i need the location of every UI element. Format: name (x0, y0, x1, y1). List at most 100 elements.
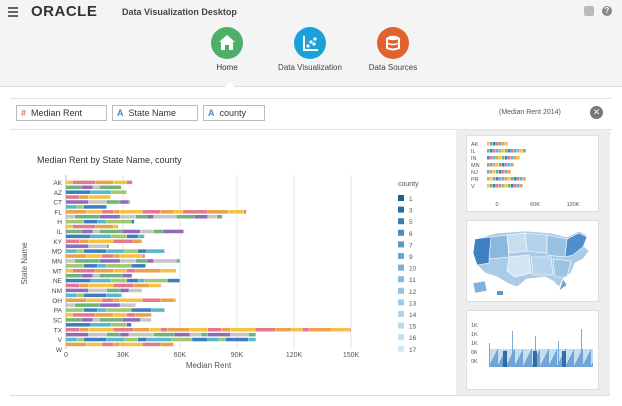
bar-segment (99, 185, 122, 190)
filter-label: Median Rent (31, 108, 83, 118)
mini-bar-segment (520, 177, 523, 181)
legend-title: county (398, 181, 419, 188)
bar-segment (119, 254, 143, 258)
bar-segment (102, 254, 114, 258)
clear-filters-close-icon[interactable]: ✕ (590, 106, 603, 119)
thumbnail-line-chart[interactable]: 1K 1K 1K 0K 0K (466, 310, 599, 390)
mini-bar-segment (508, 149, 511, 153)
bar-segment (135, 214, 147, 219)
bar-segment (66, 337, 77, 342)
bar-segment (244, 210, 247, 214)
mini-line-spike (500, 360, 501, 367)
main-chart-pane[interactable]: Median Rent by State Name, county 0 30K 60… (10, 135, 450, 393)
bar-segment (230, 332, 249, 337)
bar-segment (81, 273, 93, 278)
home-small-icon[interactable] (584, 6, 594, 16)
thumbnail-map[interactable] (466, 220, 599, 302)
legend-swatch (398, 276, 404, 283)
bar-segment (126, 180, 133, 185)
bar-segment (302, 327, 309, 332)
bar-segment (88, 200, 107, 204)
mini-bar-segment (487, 149, 490, 153)
mini-bar-segment (490, 156, 493, 160)
mini-line-spike (581, 329, 582, 367)
filter-state-name[interactable]: A State Name (112, 105, 198, 121)
side-panel: AK IL IN MN NJ PR V 0 60K 120K 1K 1K 1K 0K 0K (456, 130, 610, 395)
mini-line-spike (494, 355, 495, 367)
mini-y-label: PR (471, 177, 479, 183)
mini-line-spike (551, 360, 552, 367)
bar-segment (92, 229, 100, 234)
bar-segment (84, 308, 98, 312)
bar-segment (106, 205, 107, 209)
thumbnail-bar-chart[interactable]: AK IL IN MN NJ PR V 0 60K 120K (466, 135, 599, 212)
bar-segment (111, 190, 127, 194)
y-tick-label: IL (57, 229, 63, 236)
bar-segment (97, 308, 107, 312)
bar-segment (97, 264, 107, 268)
nav-data-visualization-button[interactable]: Data Visualization (270, 27, 350, 72)
mini-line-spike (561, 357, 562, 367)
legend-label: 10 (409, 266, 417, 273)
mini-bar-segment (496, 163, 499, 167)
bar-segment (207, 210, 228, 214)
mini-bar-segment (499, 156, 502, 160)
mini-bar-segment (505, 156, 508, 160)
filter-bar: # Median Rent A State Name A county (Med… (10, 98, 612, 130)
bar-segment (83, 337, 107, 342)
bar-segment (140, 318, 152, 322)
bar-segment (255, 327, 276, 332)
bar-segment (138, 249, 147, 253)
mini-bar-segment (499, 184, 502, 188)
legend-swatch (398, 264, 404, 271)
mini-line-spike (491, 361, 492, 367)
nav-data-sources-button[interactable]: Data Sources (353, 27, 433, 72)
bar-segment (113, 180, 127, 185)
bar-segment (133, 239, 142, 244)
hamburger-menu-icon[interactable] (8, 7, 18, 19)
bar-segment (88, 239, 114, 244)
mini-bar-segment (511, 163, 514, 167)
mini-bar-segment (496, 184, 499, 188)
bar-segment (162, 229, 184, 234)
bar-segment (122, 318, 140, 322)
bar-segment (81, 318, 93, 322)
mini-bar-segment (493, 156, 496, 160)
bar-segment (230, 327, 255, 332)
mini-bar-segment (523, 177, 526, 181)
bar-segment (160, 283, 162, 288)
legend-swatch (398, 299, 404, 306)
mini-y-label: 1K (471, 332, 478, 338)
mini-bar-segment (511, 184, 514, 188)
mini-line-spike (528, 355, 529, 367)
mini-bar-segment (490, 163, 493, 167)
bar-segment (66, 332, 89, 337)
filter-county[interactable]: A county (203, 105, 265, 121)
nav-home-button[interactable]: Home (187, 27, 267, 88)
mini-bar-segment (508, 170, 511, 174)
help-icon[interactable]: ? (602, 6, 612, 16)
bar-segment (77, 293, 84, 298)
mini-bar-segment (502, 184, 505, 188)
bar-segment (95, 313, 114, 317)
bar-segment (66, 190, 91, 194)
bar-chart[interactable]: 0 30K 60K 90K 120K 150K Median Rent State Name A… (10, 135, 450, 393)
bar-segment (153, 259, 177, 263)
home-icon (211, 27, 243, 59)
mini-line-spike (501, 358, 502, 367)
bar-segment (92, 185, 100, 190)
bar-segment (106, 337, 125, 342)
bar-segment (66, 298, 87, 302)
filter-median-rent[interactable]: # Median Rent (16, 105, 107, 121)
y-tick-label: TX (54, 327, 63, 334)
nav-data-visualization-label: Data Visualization (278, 63, 342, 72)
mini-bar-segment (499, 149, 502, 153)
bar-segment (106, 249, 125, 253)
bar-segment (176, 259, 180, 263)
legend-label: 13 (409, 300, 417, 307)
bar-segment (66, 303, 75, 307)
mini-line-spike (493, 357, 494, 367)
mini-bar-segment (487, 184, 490, 188)
bar-segment (174, 210, 183, 214)
bar-segment (95, 269, 114, 273)
